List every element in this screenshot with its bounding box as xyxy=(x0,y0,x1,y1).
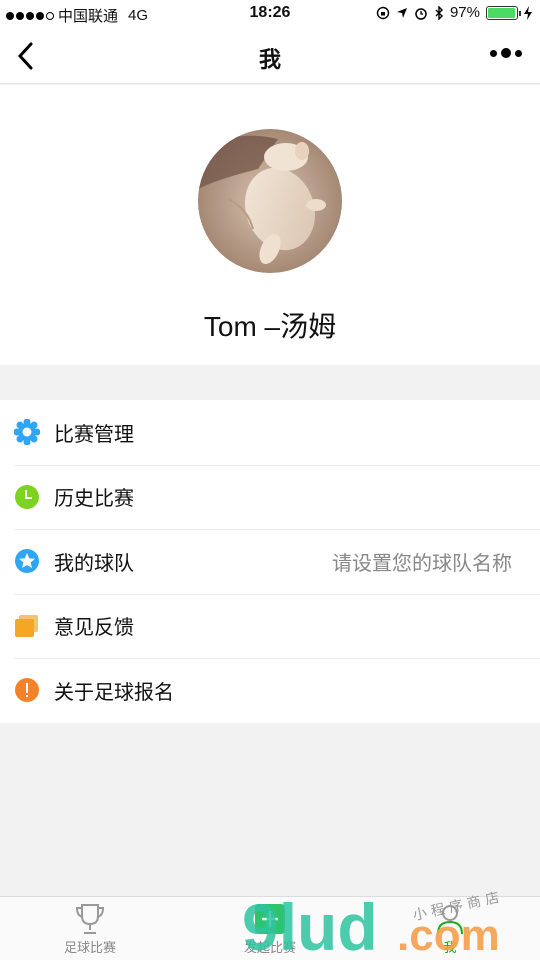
team-name-placeholder: 请设置您的球队名称 xyxy=(332,552,512,575)
avatar-dog-photo xyxy=(198,129,342,273)
rotation-lock-icon xyxy=(376,6,390,19)
menu-item-label: 意见反馈 xyxy=(54,617,134,640)
more-dot-icon xyxy=(490,49,497,57)
clock-icon xyxy=(14,484,40,510)
menu-item-label: 比赛管理 xyxy=(54,423,134,446)
status-right: 97% xyxy=(376,4,532,21)
location-arrow-icon xyxy=(396,7,407,18)
more-dot-icon xyxy=(515,49,522,57)
menu-list: 比赛管理 历史比赛 我的球队 请设置您的球队名称 意见反馈 关于足球报名 xyxy=(0,400,540,723)
feedback-icon xyxy=(14,613,40,639)
menu-item-feedback[interactable]: 意见反馈 xyxy=(0,593,540,659)
status-bar: 中国联通 4G 18:26 97% xyxy=(0,0,540,28)
tab-football-matches[interactable]: 足球比赛 xyxy=(30,901,150,956)
menu-item-label: 历史比赛 xyxy=(54,488,134,511)
battery-percent: 97% xyxy=(449,4,480,21)
menu-item-match-management[interactable]: 比赛管理 xyxy=(0,400,540,465)
charging-icon xyxy=(524,5,532,20)
menu-item-history-matches[interactable]: 历史比赛 xyxy=(0,464,540,530)
gear-icon xyxy=(14,419,40,446)
nav-bar: 我 xyxy=(0,28,540,84)
watermark-logo: 9lud .com 小 程 序 商 店 xyxy=(242,888,532,960)
tab-label: 足球比赛 xyxy=(63,940,116,955)
user-name: Tom –汤姆 xyxy=(203,311,337,342)
alarm-icon xyxy=(415,7,427,20)
svg-text:9lud: 9lud xyxy=(242,890,378,958)
menu-item-label: 我的球队 xyxy=(54,552,134,575)
profile-section: Tom –汤姆 xyxy=(0,85,540,365)
menu-item-label: 关于足球报名 xyxy=(54,681,174,704)
battery-icon xyxy=(486,5,521,20)
trophy-icon xyxy=(30,901,150,937)
more-button[interactable] xyxy=(490,48,522,58)
avatar[interactable] xyxy=(198,129,342,273)
info-icon xyxy=(14,677,40,703)
menu-item-my-team[interactable]: 我的球队 请设置您的球队名称 xyxy=(0,529,540,594)
svg-text:.com: .com xyxy=(397,911,500,958)
menu-item-about[interactable]: 关于足球报名 xyxy=(0,658,540,723)
bluetooth-icon xyxy=(435,5,443,20)
page-title: 我 xyxy=(258,47,281,72)
more-dot-icon xyxy=(501,48,511,58)
star-badge-icon xyxy=(14,548,40,574)
